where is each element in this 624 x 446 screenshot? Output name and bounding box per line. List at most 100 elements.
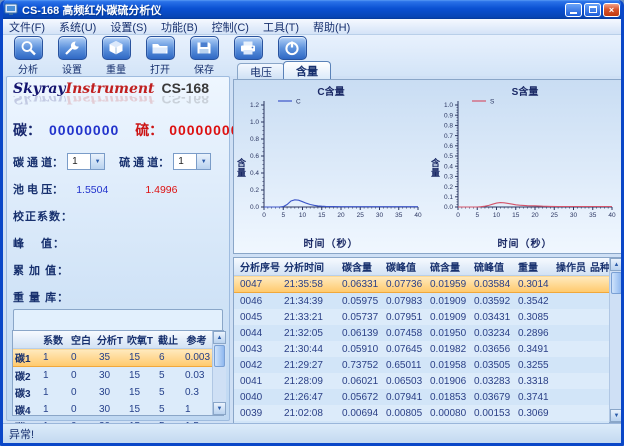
svg-text:0.4: 0.4 (250, 170, 259, 177)
scroll-down-icon[interactable]: ▼ (213, 402, 226, 415)
svg-text:30: 30 (570, 212, 578, 219)
svg-text:0.2: 0.2 (250, 187, 259, 194)
svg-text:0: 0 (456, 212, 460, 219)
svg-text:20: 20 (337, 212, 345, 219)
tab-content[interactable]: 含量 (283, 61, 331, 79)
sulfur-value: 00000000 (169, 122, 239, 138)
table-row[interactable]: 004021:26:470.056720.079410.018530.03679… (234, 389, 609, 405)
column-header[interactable]: 操作员 (550, 258, 584, 276)
menu-item-1[interactable]: 系统(U) (59, 19, 96, 35)
scroll-down-icon[interactable]: ▼ (610, 409, 623, 422)
weight-library-label: 重 量 库： (13, 289, 223, 305)
column-header[interactable]: 系数 (39, 331, 67, 349)
table-row[interactable]: 004121:28:090.060210.065030.019060.03283… (234, 373, 609, 389)
scrollbar-thumb[interactable] (611, 272, 622, 294)
settings-scrollbar[interactable]: ▲ ▼ (212, 331, 226, 415)
weight-button[interactable]: 重量 (97, 36, 135, 76)
svg-text:S: S (490, 99, 495, 106)
brand-name: Skyray (13, 81, 66, 97)
settings-table: 系数空白分析T吹氧T截止参考碳110351560.003碳210301550.0… (12, 330, 224, 416)
table-row[interactable]: 004321:30:440.059100.076450.019820.03656… (234, 341, 609, 357)
column-header[interactable]: 空白 (67, 331, 95, 349)
maximize-button[interactable] (584, 3, 601, 17)
menu-item-5[interactable]: 工具(T) (263, 19, 299, 35)
column-header[interactable]: 硫含量 (424, 258, 468, 276)
column-header[interactable]: 分析时间 (278, 258, 336, 276)
column-header[interactable]: 品种 (584, 258, 609, 276)
tab-voltage[interactable]: 电压 (237, 63, 285, 79)
chevron-down-icon[interactable]: ▼ (196, 154, 210, 169)
table-row[interactable]: 碳210301550.03 (13, 367, 212, 385)
column-header[interactable]: 截止 (155, 331, 181, 349)
table-row[interactable]: 004221:29:270.737520.650110.019580.03505… (234, 357, 609, 373)
column-header[interactable]: 分析序号 (234, 258, 278, 276)
scroll-up-icon[interactable]: ▲ (213, 331, 226, 344)
chevron-down-icon[interactable]: ▼ (90, 154, 104, 169)
svg-text:0: 0 (262, 212, 266, 219)
brand-logo-reflection: SkyrayInstrumentCS-168 (13, 96, 223, 106)
settings-button[interactable]: 设置 (53, 36, 91, 76)
x-axis-label: 时间（秒） (234, 235, 428, 250)
peak-value-label: 峰 值： (13, 235, 223, 251)
table-row[interactable]: 004421:32:050.061390.074580.019500.03234… (234, 325, 609, 341)
carbon-cell-voltage: 1.5504 (76, 184, 108, 196)
table-row[interactable]: 碳410301551 (13, 401, 212, 418)
column-header[interactable]: 参考 (181, 331, 212, 349)
correction-factor-label: 校正系数： (13, 208, 223, 224)
column-header[interactable] (13, 331, 39, 349)
table-row[interactable]: 004721:35:580.063310.077360.019590.03584… (234, 276, 609, 293)
close-button[interactable]: × (603, 3, 620, 17)
chart-area: C含量 0.00.20.40.60.81.01.2051015202530354… (233, 79, 623, 254)
svg-text:0.8: 0.8 (444, 123, 453, 130)
toolbar-label: 分析 (18, 61, 38, 76)
sulfur-channel-select[interactable]: 1 ▼ (173, 153, 211, 170)
sulfur-chart: S含量 0.00.10.20.30.40.50.60.70.80.91.0051… (428, 80, 622, 253)
minimize-button[interactable] (565, 3, 582, 17)
column-header[interactable]: 碳峰值 (380, 258, 424, 276)
svg-text:1.2: 1.2 (250, 102, 259, 109)
analyze-icon (14, 36, 43, 60)
table-row[interactable]: 004521:33:210.057370.079510.019090.03431… (234, 309, 609, 325)
results-scrollbar[interactable]: ▲ ▼ (609, 258, 623, 422)
svg-text:1.0: 1.0 (250, 119, 259, 126)
column-header[interactable]: 分析T (95, 331, 125, 349)
carbon-channel-select[interactable]: 1 ▼ (67, 153, 105, 170)
scroll-up-icon[interactable]: ▲ (610, 258, 623, 271)
toolbar-label: 保存 (194, 61, 214, 76)
scrollbar-thumb[interactable] (214, 345, 225, 367)
menu-bar: 文件(F) 系统(U) 设置(S) 功能(B) 控制(C) 工具(T) 帮助(H) (3, 19, 621, 35)
menu-item-4[interactable]: 控制(C) (212, 19, 249, 35)
svg-text:0.1: 0.1 (444, 194, 453, 201)
column-header[interactable]: 吹氧T (125, 331, 155, 349)
menu-item-3[interactable]: 功能(B) (161, 19, 198, 35)
column-header[interactable]: 重量 (512, 258, 550, 276)
menu-item-0[interactable]: 文件(F) (9, 19, 45, 35)
menu-item-6[interactable]: 帮助(H) (313, 19, 350, 35)
svg-text:0.8: 0.8 (250, 136, 259, 143)
cell-voltage-row: 池 电 压： 1.5504 1.4996 (13, 181, 223, 197)
carbon-chart: C含量 0.00.20.40.60.81.01.2051015202530354… (234, 80, 428, 253)
tab-strip: 电压 含量 (237, 62, 329, 79)
svg-text:35: 35 (395, 212, 403, 219)
menu-item-2[interactable]: 设置(S) (110, 19, 147, 35)
save-button[interactable]: 保存 (185, 36, 223, 76)
carbon-label: 碳： (13, 122, 41, 138)
svg-text:0.6: 0.6 (444, 143, 453, 150)
svg-text:10: 10 (493, 212, 501, 219)
y-axis-label: 含量 (429, 158, 442, 178)
table-row[interactable]: 004621:34:390.059750.079830.019090.03592… (234, 293, 609, 310)
svg-text:0.0: 0.0 (250, 204, 259, 211)
column-header[interactable]: 碳含量 (336, 258, 380, 276)
column-header[interactable]: 硫峰值 (468, 258, 512, 276)
analyze-button[interactable]: 分析 (9, 36, 47, 76)
table-row[interactable]: 003921:02:080.006940.008050.000800.00153… (234, 405, 609, 421)
svg-text:1.0: 1.0 (444, 102, 453, 109)
table-row[interactable]: 碳310301550.3 (13, 384, 212, 401)
svg-text:0.4: 0.4 (444, 163, 453, 170)
settings-icon (58, 36, 87, 60)
open-button[interactable]: 打开 (141, 36, 179, 76)
open-icon (146, 36, 175, 60)
accumulated-value-label: 累 加 值： (13, 262, 223, 278)
svg-text:25: 25 (357, 212, 365, 219)
table-row[interactable]: 碳110351560.003 (13, 349, 212, 367)
